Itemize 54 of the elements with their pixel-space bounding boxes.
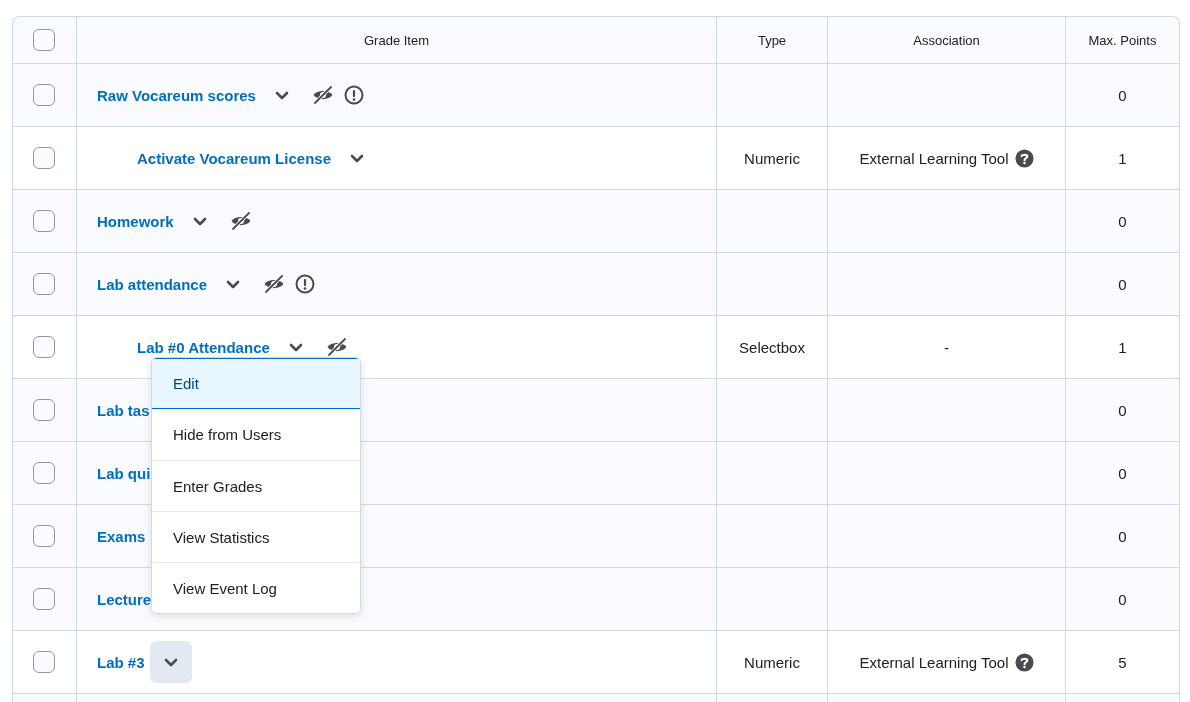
chevron-icon [288, 342, 303, 352]
checkbox[interactable] [33, 147, 55, 169]
checkbox[interactable] [33, 399, 55, 421]
menu-item[interactable]: View Event Log [152, 562, 360, 613]
grade-item-link[interactable]: Lab attendance [97, 275, 208, 293]
menu-item[interactable]: View Statistics [152, 511, 360, 562]
grade-item-link[interactable]: Lecture [97, 590, 152, 608]
type-text: Numeric [744, 653, 800, 671]
max-points-text: 0 [1118, 590, 1127, 608]
chevron-icon [163, 657, 178, 667]
grade-item-link[interactable]: Lab #0 Attendance [137, 338, 270, 356]
checkbox[interactable] [33, 273, 55, 295]
checkbox[interactable] [33, 462, 55, 484]
menu-item[interactable]: Edit [152, 358, 360, 409]
column-header: Association [913, 32, 980, 48]
association-text: External Learning Tool [859, 653, 1009, 671]
column-header: Type [757, 32, 787, 48]
max-points-text: 1 [1118, 149, 1127, 167]
chevron-icon [350, 153, 364, 163]
max-points-text: 0 [1118, 464, 1127, 482]
association-text: - [944, 338, 949, 356]
max-points-text: 0 [1118, 212, 1127, 230]
grade-item-link[interactable]: Exams [97, 527, 146, 545]
max-points-text: 5 [1118, 653, 1127, 671]
checkbox[interactable] [33, 336, 55, 358]
chevron-icon [192, 216, 207, 226]
checkbox[interactable] [33, 84, 55, 106]
grade-item-link[interactable]: Activate Vocareum License [137, 149, 331, 167]
grade-item-link[interactable]: Raw Vocareum scores [97, 86, 256, 104]
help-icon[interactable] [1014, 148, 1034, 168]
association-text: External Learning Tool [859, 149, 1009, 167]
grade-item-link[interactable]: Lab #3 [97, 653, 145, 671]
grade-item-link[interactable]: Lab tas [97, 401, 150, 419]
max-points-text: 0 [1118, 275, 1127, 293]
grade-item-link[interactable]: Homework [97, 212, 174, 230]
max-points-text: 0 [1118, 86, 1127, 104]
checkbox[interactable] [33, 29, 55, 51]
help-icon[interactable] [1014, 652, 1034, 672]
menu-item[interactable]: Enter Grades [152, 460, 360, 511]
type-text: Selectbox [739, 338, 805, 356]
checkbox[interactable] [33, 525, 55, 547]
checkbox[interactable] [33, 210, 55, 232]
grade-item-link[interactable]: Lab qui [97, 464, 151, 482]
type-text: Numeric [744, 149, 800, 167]
checkbox[interactable] [33, 651, 55, 673]
chevron-icon [274, 90, 289, 100]
max-points-text: 1 [1118, 338, 1127, 356]
checkbox[interactable] [33, 588, 55, 610]
menu-item[interactable]: Hide from Users [152, 409, 360, 460]
max-points-text: 0 [1118, 527, 1127, 545]
max-points-text: 0 [1118, 401, 1127, 419]
column-header: Grade Item [364, 32, 429, 48]
chevron-icon [226, 279, 241, 289]
column-header: Max. Points [1088, 32, 1157, 48]
